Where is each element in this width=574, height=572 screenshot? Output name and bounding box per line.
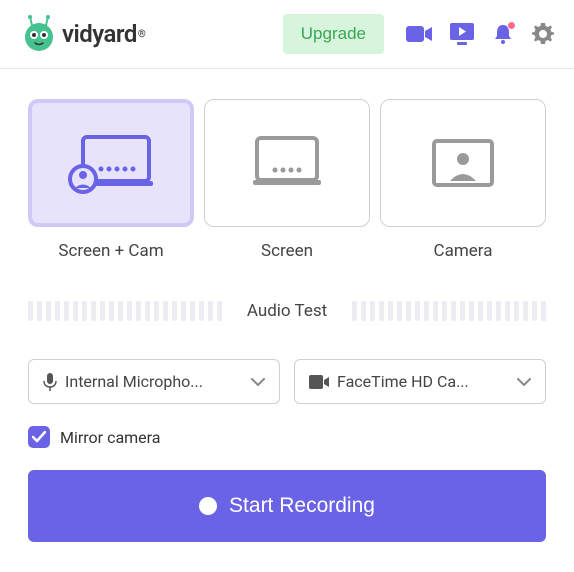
mode-label: Screen	[261, 241, 313, 261]
chevron-down-icon	[517, 378, 531, 386]
mode-selector-row: Screen + Cam Screen	[28, 99, 546, 261]
mode-screen-box	[204, 99, 370, 227]
mode-screen-cam-box	[28, 99, 194, 227]
camera-value: FaceTime HD Ca...	[337, 372, 509, 391]
camera-icon[interactable]	[406, 25, 432, 43]
mirror-checkbox[interactable]	[28, 426, 50, 448]
notification-icon[interactable]	[492, 23, 514, 45]
mode-label: Screen + Cam	[58, 241, 163, 261]
audio-bars-left	[28, 301, 233, 321]
audio-test: Audio Test	[28, 301, 546, 321]
record-icon	[199, 497, 217, 515]
mode-label: Camera	[434, 241, 493, 261]
mirror-label: Mirror camera	[60, 428, 160, 447]
camera-mode-icon	[430, 137, 496, 189]
header-icons	[406, 23, 554, 45]
content: Screen + Cam Screen	[0, 69, 574, 562]
camera-select[interactable]: FaceTime HD Ca...	[294, 359, 546, 404]
library-icon[interactable]	[450, 23, 474, 45]
check-icon	[32, 431, 46, 443]
microphone-value: Internal Micropho...	[65, 372, 243, 391]
mode-screen-cam[interactable]: Screen + Cam	[28, 99, 194, 261]
screen-icon	[247, 134, 327, 192]
header: vidyard® Upgrade	[0, 0, 574, 69]
logo[interactable]: vidyard®	[20, 15, 273, 53]
video-icon	[309, 375, 329, 389]
brand-name: vidyard	[62, 20, 137, 48]
mode-screen[interactable]: Screen	[204, 99, 370, 261]
screen-cam-icon	[67, 131, 155, 195]
mode-camera-box	[380, 99, 546, 227]
start-recording-label: Start Recording	[229, 494, 375, 518]
chevron-down-icon	[251, 378, 265, 386]
mode-camera[interactable]: Camera	[380, 99, 546, 261]
mirror-camera-row: Mirror camera	[28, 426, 546, 448]
notification-badge	[508, 22, 515, 29]
settings-icon[interactable]	[532, 23, 554, 45]
microphone-select[interactable]: Internal Micropho...	[28, 359, 280, 404]
microphone-icon	[43, 373, 57, 391]
upgrade-button[interactable]: Upgrade	[283, 14, 384, 54]
logo-icon	[20, 15, 58, 53]
trademark: ®	[138, 29, 146, 40]
start-recording-button[interactable]: Start Recording	[28, 470, 546, 542]
audio-test-label: Audio Test	[247, 301, 327, 321]
device-selects: Internal Micropho... FaceTime HD Ca...	[28, 359, 546, 404]
audio-bars-right	[341, 301, 546, 321]
